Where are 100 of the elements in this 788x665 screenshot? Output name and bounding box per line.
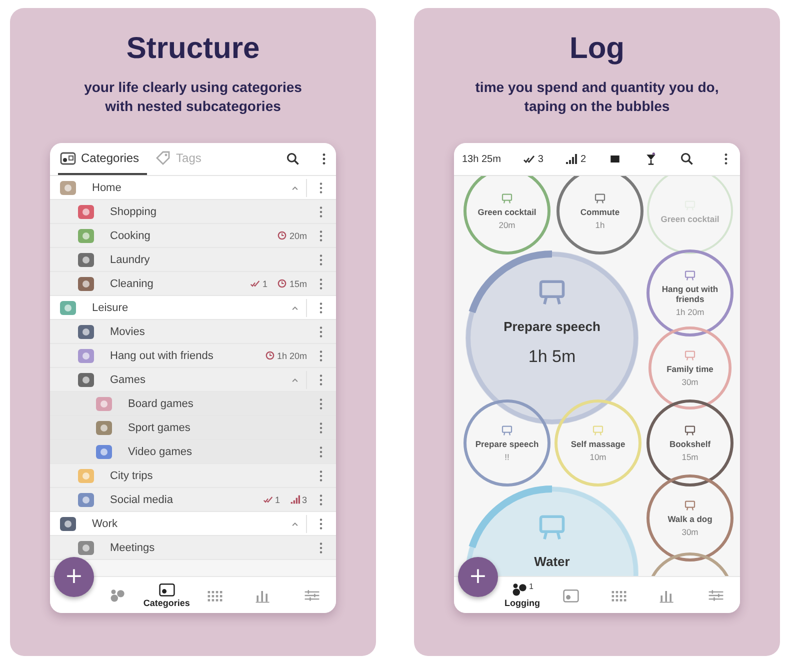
cocktail-icon[interactable] xyxy=(644,152,658,166)
more-icon[interactable] xyxy=(319,302,323,314)
category-name: Meetings xyxy=(110,542,155,554)
bubble-ring[interactable] xyxy=(646,474,734,562)
nav-item[interactable]: Categories xyxy=(142,582,191,608)
category-row[interactable]: Shopping xyxy=(50,200,336,224)
bubble-ring[interactable] xyxy=(464,400,550,486)
activity-duration: 1h 5m xyxy=(528,347,576,367)
sliders-icon xyxy=(706,588,725,602)
nav-count: 1 xyxy=(528,582,534,591)
activity-name: Self massage xyxy=(570,439,626,449)
check-badge: 1 xyxy=(250,278,268,288)
caret-icon xyxy=(291,184,299,190)
activity-duration: 15m xyxy=(682,452,698,462)
category-name: Games xyxy=(110,374,146,386)
activity-duration: 20m xyxy=(498,220,516,230)
activity-duration: 10m xyxy=(590,452,606,462)
activity-name: Family time xyxy=(666,364,714,374)
activity-duration: 30m xyxy=(682,527,698,537)
activity-icon xyxy=(684,349,696,361)
category-name: Sport games xyxy=(128,422,190,434)
bubble-ring[interactable] xyxy=(556,176,644,254)
activity-icon xyxy=(684,424,696,436)
caret-icon xyxy=(291,376,299,382)
activity-icon xyxy=(501,192,513,204)
bubbles-icon xyxy=(109,588,128,602)
bubble-ring[interactable] xyxy=(646,400,734,486)
activity-name: Green cocktail xyxy=(478,207,536,217)
panel-title: Log xyxy=(570,32,624,66)
count-badge: 3 xyxy=(290,494,307,504)
total-time: 13h 25m xyxy=(462,154,501,164)
add-button[interactable]: + xyxy=(54,557,94,597)
category-name: Cleaning xyxy=(110,278,154,290)
category-row[interactable]: Games xyxy=(50,368,336,392)
activity-icon xyxy=(592,424,604,436)
categories-icon xyxy=(562,588,580,602)
category-name: Video games xyxy=(128,446,192,458)
activity-icon xyxy=(594,192,606,204)
activity-duration: !! xyxy=(504,452,510,462)
panel-title: Structure xyxy=(126,32,260,66)
category-row[interactable]: Board games xyxy=(50,392,336,416)
category-name: Movies xyxy=(110,326,145,338)
category-name: Shopping xyxy=(110,206,156,218)
more-icon[interactable] xyxy=(319,182,323,194)
caret-icon xyxy=(291,520,299,526)
category-row[interactable]: Social media 1 3 xyxy=(50,488,336,512)
category-row[interactable]: Cooking 20m xyxy=(50,224,336,248)
sliders-icon xyxy=(302,588,321,602)
tag-icon xyxy=(155,150,172,166)
activity-icon xyxy=(684,499,696,511)
category-row[interactable]: Work xyxy=(50,512,336,536)
activity-name: Bookshelf xyxy=(669,439,711,449)
activity-name: Hang out with friends xyxy=(660,284,720,304)
bubble-ring[interactable] xyxy=(464,176,550,254)
more-icon[interactable] xyxy=(724,153,728,165)
more-icon[interactable] xyxy=(322,153,326,165)
category-row[interactable]: Cleaning 1 15m xyxy=(50,272,336,296)
activity-name: Water xyxy=(534,554,570,570)
category-name: Home xyxy=(92,182,122,194)
category-row[interactable]: Home xyxy=(50,176,336,200)
categories-icon xyxy=(158,582,176,597)
check-badge: 1 xyxy=(262,494,280,504)
activity-duration: 1h xyxy=(595,220,605,230)
activity-name: Prepare speech xyxy=(475,439,539,449)
search-icon[interactable] xyxy=(286,152,300,166)
check-count: 3 xyxy=(522,154,544,164)
category-name: Social media xyxy=(110,494,173,506)
category-row[interactable]: Sport games xyxy=(50,416,336,440)
activity-duration: 30m xyxy=(682,377,698,387)
progress-arc[interactable] xyxy=(468,250,552,314)
category-row[interactable]: Hang out with friends 1h 20m xyxy=(50,344,336,368)
activity-name: Commute xyxy=(580,207,620,217)
category-row[interactable]: City trips xyxy=(50,464,336,488)
caret-icon xyxy=(291,304,299,310)
timer-badge: 15m xyxy=(277,278,307,288)
activity-duration: 1h 20m xyxy=(676,307,704,317)
bubble-ring[interactable] xyxy=(648,326,732,410)
activity-name: Walk a dog xyxy=(668,514,712,524)
panel-subtitle: time you spend and quantity you do, taping on the bubbles xyxy=(475,78,719,116)
bubble-ring[interactable] xyxy=(646,250,734,336)
category-name: Leisure xyxy=(92,302,128,314)
category-name: Laundry xyxy=(110,254,150,266)
category-name: Cooking xyxy=(110,230,150,242)
activity-name: Green cocktail xyxy=(660,214,720,224)
category-row[interactable]: Video games xyxy=(50,440,336,464)
category-row[interactable]: Laundry xyxy=(50,248,336,272)
add-button[interactable]: + xyxy=(458,557,498,597)
category-name: Board games xyxy=(128,398,194,410)
category-name: Hang out with friends xyxy=(110,350,214,362)
more-icon[interactable] xyxy=(319,518,323,530)
category-row[interactable]: Movies xyxy=(50,320,336,344)
timer-badge: 1h 20m xyxy=(264,350,307,360)
nav-item[interactable]: 1 Logging xyxy=(498,582,546,608)
bubbles-icon xyxy=(510,582,529,597)
search-icon[interactable] xyxy=(680,152,694,166)
quantity-count: 2 xyxy=(565,154,586,164)
activity-icon xyxy=(684,269,696,281)
category-row[interactable]: Meetings xyxy=(50,536,336,560)
category-name: Work xyxy=(92,518,118,530)
category-row[interactable]: Leisure xyxy=(50,296,336,320)
